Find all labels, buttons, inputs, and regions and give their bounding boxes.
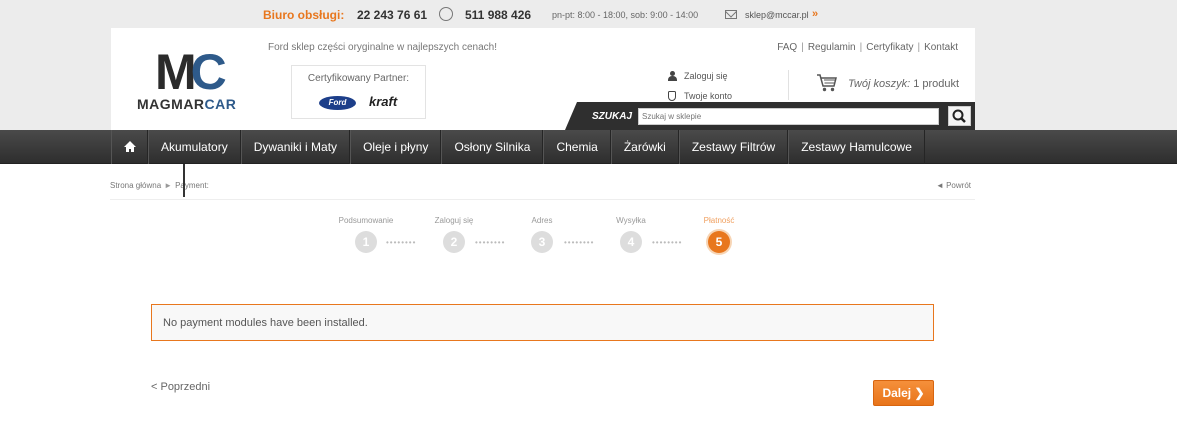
cart-label: Twój koszyk: <box>848 78 911 90</box>
back-link[interactable]: ◄ Powrót <box>936 181 971 190</box>
logo-m: M <box>155 44 197 100</box>
search-input[interactable] <box>638 108 939 125</box>
certified-partner-box: Certyfikowany Partner: Ford kraft <box>291 65 426 119</box>
tagline: Ford sklep części oryginalne w najlepszy… <box>268 42 497 53</box>
nav-zarowki[interactable]: Żarówki <box>610 130 679 164</box>
ford-logo: Ford <box>319 96 356 110</box>
opening-hours: pn-pt: 8:00 - 18:00, sob: 9:00 - 14:00 <box>552 10 699 20</box>
link-certyfikaty[interactable]: Certyfikaty <box>864 42 915 53</box>
phone-number-2[interactable]: 511 988 426 <box>465 8 531 22</box>
logo-text-car: CAR <box>204 96 237 112</box>
previous-link[interactable]: < Poprzedni <box>151 381 210 393</box>
divider <box>110 199 975 200</box>
site-logo[interactable]: MC MAGMARCAR <box>137 46 237 116</box>
step-number-1: 1 <box>355 231 377 253</box>
mail-icon <box>725 10 737 19</box>
divider <box>788 70 789 100</box>
step-number-3: 3 <box>531 231 553 253</box>
search-icon <box>952 109 966 123</box>
search-label: SZUKAJ <box>592 111 633 122</box>
step-number-5: 5 <box>708 231 730 253</box>
user-icon <box>668 71 677 81</box>
nav-hamulcowe[interactable]: Zestawy Hamulcowe <box>788 130 925 164</box>
breadcrumb-current: Payment: <box>175 181 209 190</box>
logo-text-magmar: MAGMAR <box>137 96 205 112</box>
nav-akumulatory[interactable]: Akumulatory <box>148 130 241 164</box>
step-label-4: Wysyłka <box>616 216 646 225</box>
step-number-2: 2 <box>443 231 465 253</box>
home-icon <box>124 141 136 152</box>
kraft-logo: kraft <box>369 94 398 109</box>
search-bar: SZUKAJ <box>565 102 975 130</box>
site-header: MC MAGMARCAR Ford sklep części oryginaln… <box>111 28 975 130</box>
checkout-content: Strona główna ► Payment: ◄ Powrót Podsumow… <box>0 164 1177 435</box>
double-arrow-icon: » <box>812 8 819 20</box>
breadcrumb-arrow: ► <box>164 181 173 190</box>
search-button[interactable] <box>948 106 971 126</box>
cart-count: 1 produkt <box>913 78 960 90</box>
cart-icon <box>817 74 837 92</box>
partner-label: Certyfikowany Partner: <box>307 73 410 84</box>
login-link[interactable]: Zaloguj się <box>668 70 732 90</box>
nav-oslony[interactable]: Osłony Silnika <box>441 130 544 164</box>
link-regulamin[interactable]: Regulamin <box>806 42 858 53</box>
service-label: Biuro obsługi: <box>263 8 345 22</box>
shield-icon <box>668 91 676 101</box>
nav-filtry[interactable]: Zestawy Filtrów <box>678 130 789 164</box>
payment-alert: No payment modules have been installed. <box>151 304 934 341</box>
top-links: FAQ | Regulamin | Certyfikaty | Kontakt <box>775 42 960 53</box>
link-faq[interactable]: FAQ <box>775 42 799 53</box>
text-cursor <box>183 164 185 197</box>
step-label-3: Adres <box>531 216 553 225</box>
nav-dywaniki[interactable]: Dywaniki i Maty <box>240 130 351 164</box>
main-nav: Akumulatory Dywaniki i Maty Oleje i płyn… <box>0 130 1177 164</box>
breadcrumb: Strona główna ► Payment: <box>110 181 209 190</box>
top-info-bar: Biuro obsługi: 22 243 76 61 511 988 426 … <box>0 0 1177 28</box>
step-label-5: Płatność <box>703 216 735 225</box>
phone-icon <box>439 7 453 21</box>
step-number-4: 4 <box>620 231 642 253</box>
next-button[interactable]: Dalej ❯ <box>873 380 934 406</box>
nav-chemia[interactable]: Chemia <box>543 130 611 164</box>
link-kontakt[interactable]: Kontakt <box>922 42 960 53</box>
step-dots: •••••••• <box>475 238 506 247</box>
step-label-2: Zaloguj się <box>434 216 474 225</box>
nav-home[interactable] <box>111 130 148 164</box>
breadcrumb-home[interactable]: Strona główna <box>110 181 161 190</box>
step-dots: •••••••• <box>564 238 595 247</box>
phone-number-1[interactable]: 22 243 76 61 <box>357 8 427 22</box>
step-dots: •••••••• <box>386 238 417 247</box>
step-dots: •••••••• <box>652 238 683 247</box>
nav-oleje[interactable]: Oleje i płyny <box>350 130 442 164</box>
step-label-1: Podsumowanie <box>338 216 394 225</box>
logo-c: C <box>190 44 227 100</box>
email-link[interactable]: sklep@mccar.pl <box>745 10 809 20</box>
